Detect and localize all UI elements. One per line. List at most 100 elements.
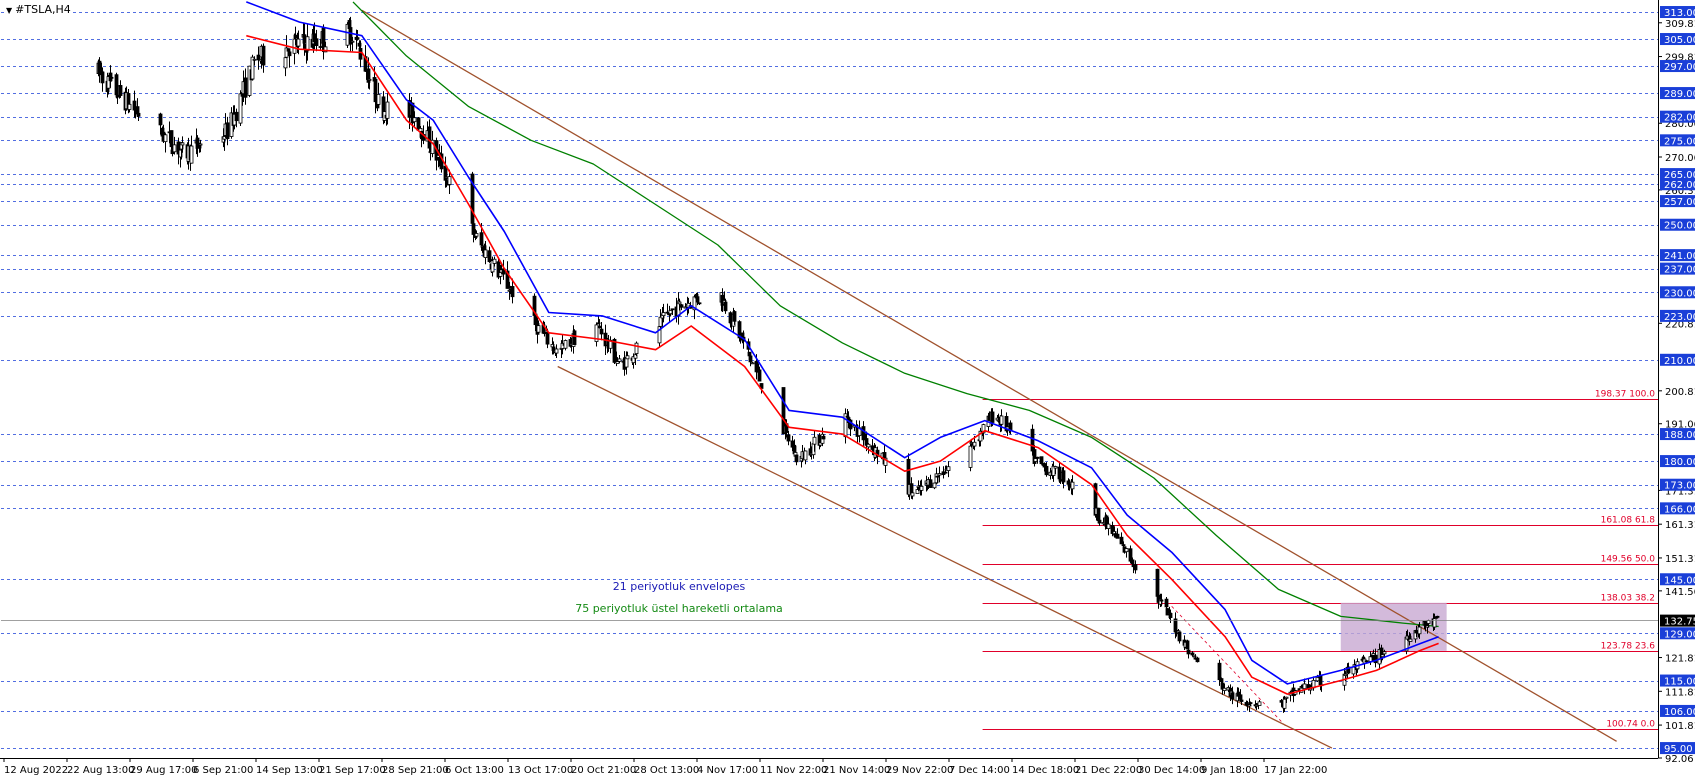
- candle-body: [677, 301, 682, 305]
- candle-body: [554, 348, 559, 354]
- candle-body: [803, 450, 808, 461]
- candle-body: [935, 475, 940, 478]
- candle-body: [668, 310, 673, 315]
- candle-body: [812, 436, 817, 445]
- candle-body: [318, 46, 323, 48]
- candle-body: [1177, 631, 1182, 642]
- candle-body: [1164, 598, 1169, 608]
- candle-body: [1121, 544, 1126, 546]
- candle-body: [172, 144, 177, 153]
- level-label: 223.00: [1664, 312, 1695, 323]
- candle-body: [658, 316, 663, 327]
- candle-body: [487, 250, 492, 263]
- x-tick-label: 28 Oct 13:00: [634, 765, 699, 776]
- level-label: 180.00: [1664, 457, 1695, 468]
- symbol-title: #TSLA,H4: [15, 3, 71, 16]
- candle-body: [492, 258, 497, 264]
- candle-body: [127, 103, 132, 110]
- candle-body: [932, 482, 937, 489]
- level-label: 305.00: [1664, 35, 1695, 46]
- candle-body: [198, 143, 203, 146]
- x-tick-label: 14 Sep 13:00: [256, 765, 323, 776]
- candle-body: [1382, 651, 1387, 655]
- x-tick-label: 21 Nov 14:00: [823, 765, 890, 776]
- y-tick-label: 121.81: [1665, 654, 1695, 665]
- candle-body: [305, 36, 310, 51]
- candle-body: [1435, 615, 1440, 618]
- candle-body: [1217, 662, 1222, 681]
- candle-body: [723, 301, 728, 312]
- candle-body: [1044, 465, 1049, 476]
- level-label: 250.00: [1664, 221, 1695, 232]
- level-label: 145.00: [1664, 575, 1695, 586]
- level-label: 173.00: [1664, 481, 1695, 492]
- candle-body: [350, 40, 355, 43]
- candle-body: [471, 223, 476, 235]
- candle-body: [661, 312, 666, 317]
- candle-body: [355, 37, 360, 40]
- level-label: 115.00: [1664, 677, 1695, 688]
- candle-body: [447, 176, 452, 185]
- x-tick-label: 4 Nov 17:00: [697, 765, 758, 776]
- candle-body: [1257, 701, 1262, 706]
- candle-body: [990, 411, 995, 423]
- y-tick-label: 101.81: [1665, 721, 1695, 732]
- triangle-down-icon[interactable]: ▼: [6, 6, 12, 15]
- x-tick-label: 9 Jan 18:00: [1201, 765, 1258, 776]
- candle-body: [748, 355, 753, 363]
- level-label: 230.00: [1664, 288, 1695, 299]
- candle-body: [1282, 698, 1287, 709]
- level-label: 262.00: [1664, 180, 1695, 191]
- symbol-label[interactable]: ▼ #TSLA,H4: [4, 3, 73, 16]
- x-tick-label: 11 Nov 22:00: [760, 765, 827, 776]
- level-label: 257.00: [1664, 197, 1695, 208]
- candle-body: [1230, 692, 1235, 700]
- candle-body: [615, 361, 620, 364]
- candle-body: [1070, 481, 1075, 490]
- candle-body: [999, 415, 1004, 425]
- candle-body: [1302, 683, 1307, 690]
- candle-body: [385, 101, 390, 119]
- candle-body: [367, 78, 372, 81]
- x-tick-label: 29 Aug 17:00: [130, 765, 197, 776]
- candle-body: [757, 369, 762, 382]
- highlight-zone: [1340, 602, 1447, 651]
- candle-body: [599, 328, 604, 335]
- candle-body: [1115, 533, 1120, 539]
- candle-body: [866, 443, 871, 448]
- candle-body: [1159, 599, 1164, 602]
- price-chart[interactable]: 198.37 100.0 161.08 61.8 149.56 50.0 138.03…: [0, 0, 1695, 780]
- candle-body: [243, 77, 248, 98]
- candle-body: [732, 311, 737, 322]
- x-tick-label: 21 Sep 17:00: [319, 765, 386, 776]
- candle-body: [136, 112, 141, 117]
- candle-body: [919, 485, 924, 491]
- x-tick-label: 6 Oct 13:00: [445, 765, 504, 776]
- highlight-box: [1340, 602, 1447, 651]
- level-label: 210.00: [1664, 356, 1695, 367]
- y-tick-label: 111.81: [1665, 687, 1695, 698]
- level-label: 289.00: [1664, 89, 1695, 100]
- candle-body: [821, 435, 826, 440]
- candle-body: [909, 483, 914, 494]
- level-label: 241.00: [1664, 251, 1695, 262]
- candle-body: [679, 304, 684, 308]
- candle-body: [861, 426, 866, 441]
- level-label: 237.00: [1664, 265, 1695, 276]
- candle-body: [1279, 700, 1284, 703]
- candle-body: [1119, 536, 1124, 545]
- candle-body: [695, 296, 700, 303]
- candle-body: [1030, 428, 1035, 452]
- fib-level-label: 100.74 0.0: [1606, 720, 1655, 730]
- y-tick-label: 141.56: [1665, 587, 1695, 598]
- candle-body: [551, 346, 556, 351]
- candle-body: [444, 176, 449, 179]
- candle-body: [234, 111, 239, 122]
- y-tick-label: 92.06: [1665, 754, 1694, 765]
- level-label: 297.00: [1664, 62, 1695, 73]
- candle-body: [1364, 660, 1369, 663]
- candle-body: [972, 441, 977, 447]
- level-label: 129.00: [1664, 629, 1695, 640]
- x-tick-label: 14 Dec 18:00: [1012, 765, 1079, 776]
- x-tick-label: 21 Dec 22:00: [1075, 765, 1142, 776]
